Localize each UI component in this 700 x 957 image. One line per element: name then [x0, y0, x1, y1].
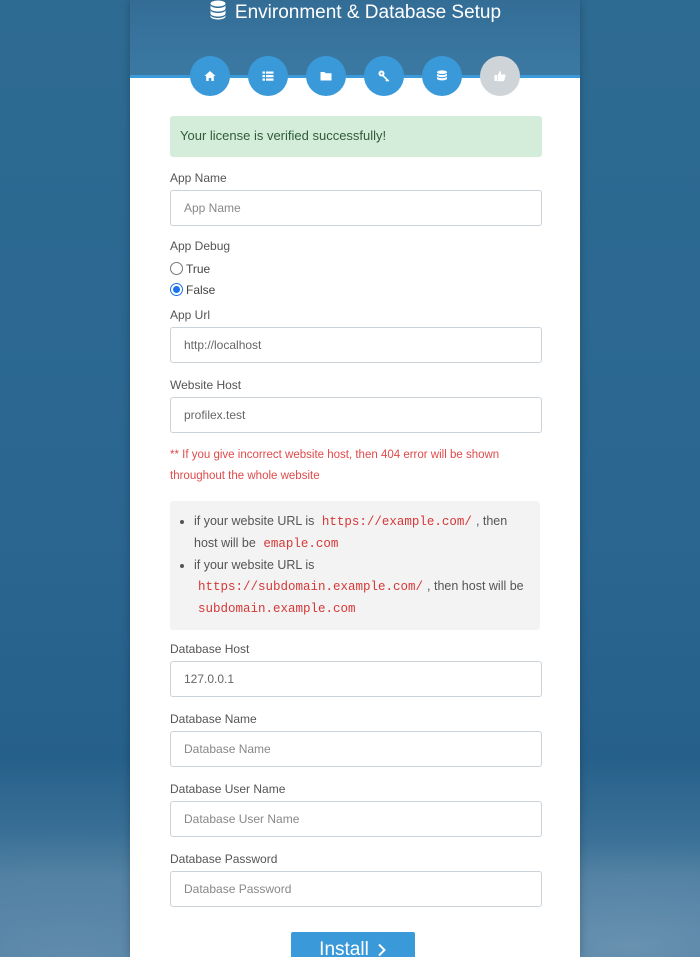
card-header: Environment & Database Setup	[130, 0, 580, 96]
db-host-label: Database Host	[170, 642, 250, 656]
step-database[interactable]	[422, 56, 462, 96]
info-text: if your website URL is	[194, 514, 315, 528]
chevron-right-icon	[378, 943, 386, 957]
host-warning-text: ** If you give incorrect website host, t…	[170, 449, 500, 482]
wizard-steps	[190, 56, 520, 96]
database-icon	[209, 0, 227, 26]
db-password-input[interactable]	[170, 871, 542, 907]
db-name-input[interactable]	[170, 731, 542, 767]
step-folder[interactable]	[306, 56, 346, 96]
app-debug-false-option[interactable]: False	[170, 279, 542, 300]
website-host-group: Website Host	[170, 378, 542, 433]
host-info-box: if your website URL is https://example.c…	[170, 501, 540, 630]
code-host: subdomain.example.com	[198, 602, 356, 616]
step-finish[interactable]	[480, 56, 520, 96]
list-icon	[262, 71, 274, 81]
app-url-label: App Url	[170, 308, 211, 322]
page-title: Environment & Database Setup	[130, 0, 580, 26]
thumbs-up-icon	[494, 71, 506, 82]
key-icon	[378, 70, 390, 82]
form-body: Your license is verified successfully! A…	[130, 78, 580, 957]
db-password-group: Database Password	[170, 852, 542, 907]
db-name-label: Database Name	[170, 712, 257, 726]
db-user-input[interactable]	[170, 801, 542, 837]
app-debug-false-label: False	[186, 282, 216, 297]
app-name-group: App Name	[170, 171, 542, 226]
host-info-item: if your website URL is https://example.c…	[194, 511, 526, 555]
app-debug-true-label: True	[186, 261, 211, 276]
app-url-input[interactable]	[170, 327, 542, 363]
code-url: https://subdomain.example.com/	[198, 580, 424, 594]
license-success-alert: Your license is verified successfully!	[170, 116, 542, 157]
app-debug-true-radio[interactable]	[170, 262, 183, 275]
app-debug-false-radio[interactable]	[170, 283, 183, 296]
database-icon	[437, 70, 447, 81]
db-name-group: Database Name	[170, 712, 542, 767]
folder-icon	[320, 72, 332, 81]
host-info-list: if your website URL is https://example.c…	[194, 511, 526, 620]
db-host-group: Database Host	[170, 642, 542, 697]
code-host: emaple.com	[263, 537, 339, 551]
step-key[interactable]	[364, 56, 404, 96]
setup-card: Environment & Database Setup Your licens…	[130, 0, 580, 957]
info-text: , then host will be	[427, 579, 524, 593]
app-debug-true-option[interactable]: True	[170, 258, 542, 279]
home-icon	[204, 71, 216, 81]
db-password-label: Database Password	[170, 852, 278, 866]
install-wrap: Install	[170, 922, 542, 957]
install-button-label: Install	[319, 939, 369, 957]
website-host-label: Website Host	[170, 378, 242, 392]
db-host-input[interactable]	[170, 661, 542, 697]
db-user-label: Database User Name	[170, 782, 286, 796]
db-user-group: Database User Name	[170, 782, 542, 837]
step-home[interactable]	[190, 56, 230, 96]
host-info-item: if your website URL is https://subdomain…	[194, 555, 526, 620]
code-url: https://example.com/	[321, 515, 472, 529]
app-debug-group: App Debug True False	[170, 239, 542, 300]
app-name-input[interactable]	[170, 190, 542, 226]
app-debug-label: App Debug	[170, 239, 231, 253]
info-text: if your website URL is	[194, 558, 315, 572]
website-host-input[interactable]	[170, 397, 542, 433]
step-list[interactable]	[248, 56, 288, 96]
app-url-group: App Url	[170, 308, 542, 363]
install-button[interactable]: Install	[291, 932, 415, 957]
header-title-text: Environment & Database Setup	[234, 2, 502, 23]
app-name-label: App Name	[170, 171, 227, 185]
